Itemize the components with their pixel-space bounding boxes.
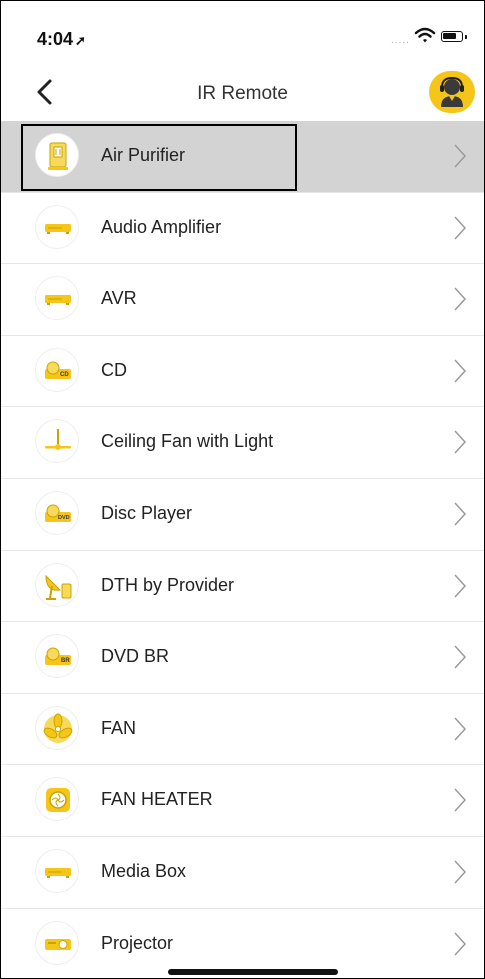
projector-icon: [35, 920, 79, 965]
list-item-media-box[interactable]: Media Box: [1, 837, 484, 909]
status-time: 4:04 ➚: [37, 29, 86, 49]
icon-caption: CD: [60, 372, 69, 378]
list-item-dvd-br[interactable]: BR DVD BR: [1, 622, 484, 694]
support-agent-icon: [440, 77, 464, 107]
air-purifier-icon: [35, 133, 79, 177]
wifi-icon: [414, 27, 436, 43]
cd-player-icon: CD: [35, 347, 79, 392]
list-item-label: Media Box: [101, 860, 187, 881]
page-title: IR Remote: [197, 83, 288, 104]
chevron-right-icon: [454, 788, 467, 812]
chevron-right-icon: [454, 932, 467, 956]
list-item-label: Air Purifier: [101, 145, 186, 165]
list-item-audio-amplifier[interactable]: Audio Amplifier: [1, 193, 484, 265]
chevron-right-icon: [454, 860, 467, 884]
satellite-dish-icon: [35, 562, 79, 607]
battery-icon: [441, 31, 467, 42]
dvd-br-icon: BR: [35, 634, 79, 679]
list-item-label: DVD BR: [101, 646, 170, 667]
signal-icon: .....: [391, 35, 410, 46]
list-item-label: FAN: [101, 717, 137, 738]
fan-icon: [35, 705, 79, 750]
chevron-right-icon: [454, 359, 467, 383]
list-item-air-purifier[interactable]: Air Purifier: [1, 121, 484, 193]
list-item-label: CD: [101, 359, 127, 380]
disc-player-icon: DVD: [35, 490, 79, 535]
list-item-label: Ceiling Fan with Light: [101, 431, 274, 452]
chevron-right-icon: [454, 717, 467, 741]
status-bar: 4:04 ➚ .....: [1, 1, 484, 63]
icon-caption: BR: [61, 658, 70, 664]
fan-heater-icon: [35, 777, 79, 822]
amplifier-icon: [35, 204, 79, 249]
list-item-fan[interactable]: FAN: [1, 694, 484, 766]
chevron-right-icon: [454, 287, 467, 311]
list-item-label: AVR: [101, 288, 137, 309]
list-item-label: Audio Amplifier: [101, 216, 222, 237]
list-item-label: FAN HEATER: [101, 789, 213, 810]
chevron-right-icon: [454, 216, 467, 240]
chevron-right-icon: [454, 430, 467, 454]
list-item-label: Disc Player: [101, 502, 193, 523]
media-box-icon: [35, 848, 79, 893]
chevron-right-icon: [454, 502, 467, 526]
device-list: Air Purifier Audio Amplifier AVR CD CD C…: [1, 121, 484, 978]
chevron-right-icon: [454, 574, 467, 598]
icon-caption: DVD: [58, 515, 70, 521]
list-item-ceiling-fan-with-light[interactable]: Ceiling Fan with Light: [1, 407, 484, 479]
support-agent-button[interactable]: [429, 71, 475, 113]
navigation-bar: IR Remote: [1, 63, 484, 123]
list-item-label: DTH by Provider: [101, 574, 235, 595]
chevron-right-icon: [454, 144, 467, 168]
avr-icon: [35, 276, 79, 321]
chevron-right-icon: [454, 645, 467, 669]
location-arrow-icon: ➚: [75, 33, 86, 48]
list-item-cd[interactable]: CD CD: [1, 336, 484, 408]
home-indicator[interactable]: [168, 969, 338, 975]
list-item-label: Projector: [101, 932, 174, 953]
list-item-fan-heater[interactable]: FAN HEATER: [1, 765, 484, 837]
list-item-disc-player[interactable]: DVD Disc Player: [1, 479, 484, 551]
list-item-avr[interactable]: AVR: [1, 264, 484, 336]
app-screen: 4:04 ➚ ..... IR Remote Air Purifier Audi…: [0, 0, 485, 979]
list-item-dth-by-provider[interactable]: DTH by Provider: [1, 551, 484, 623]
ceiling-fan-icon: [35, 419, 79, 464]
